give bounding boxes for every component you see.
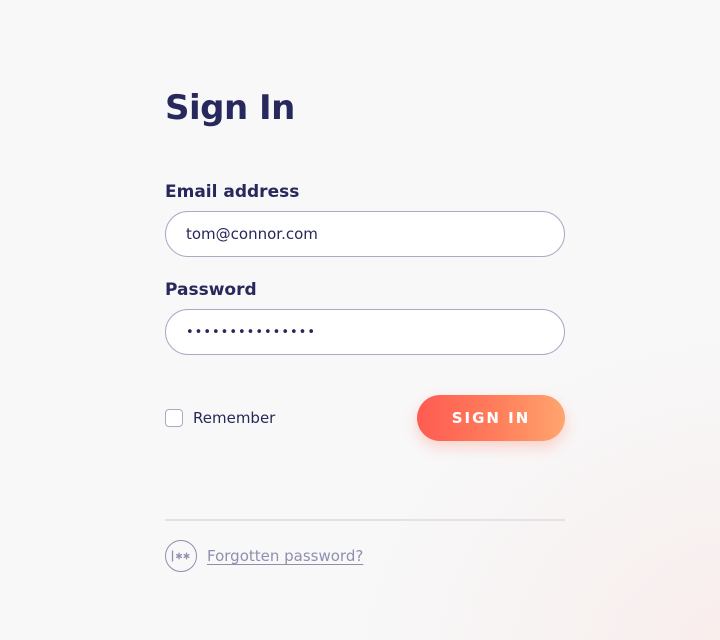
password-icon [165,540,197,572]
forgot-password-row: Forgotten password? [165,540,363,572]
remember-checkbox[interactable] [165,409,183,427]
sign-in-button[interactable]: SIGN IN [417,395,565,441]
password-label: Password [165,280,257,300]
email-label: Email address [165,182,300,202]
page-title: Sign In [165,88,295,128]
password-icon-glyph [171,550,190,562]
forgot-password-link[interactable]: Forgotten password? [207,547,363,565]
divider [165,519,565,521]
remember-label: Remember [193,409,276,427]
password-field[interactable] [165,309,565,355]
remember-option[interactable]: Remember [165,408,275,428]
email-field[interactable] [165,211,565,257]
